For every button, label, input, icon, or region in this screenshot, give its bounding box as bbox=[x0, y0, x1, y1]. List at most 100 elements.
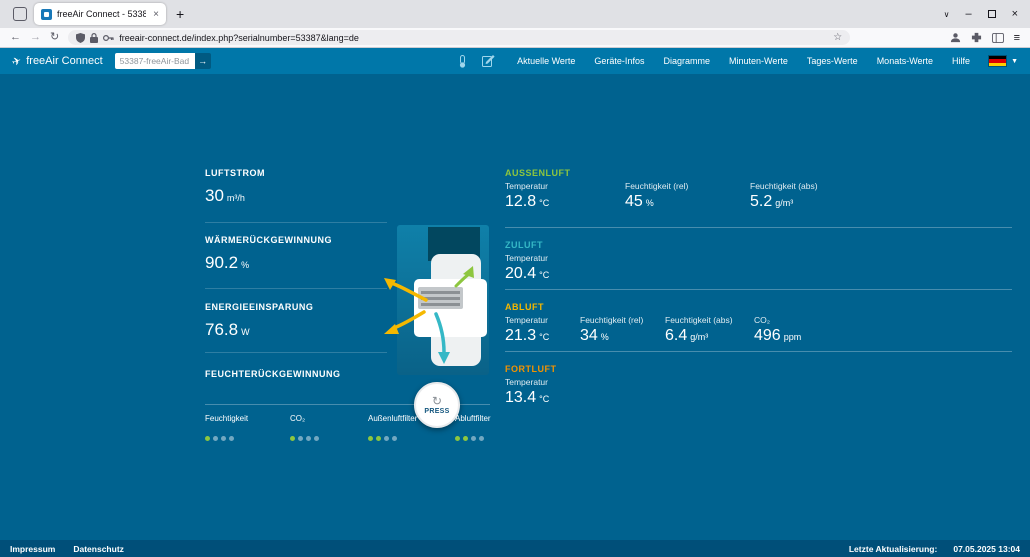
language-selector[interactable]: ▼ bbox=[988, 55, 1018, 67]
metric-value: 30 bbox=[205, 186, 224, 205]
divider bbox=[205, 222, 387, 223]
status-dots bbox=[455, 428, 491, 446]
app-footer: Impressum Datenschutz Letzte Aktualisier… bbox=[0, 540, 1030, 557]
measurement-label: Temperatur bbox=[505, 377, 548, 387]
footer-link-impressum[interactable]: Impressum bbox=[10, 544, 55, 554]
measurement-value: 21.3 bbox=[505, 327, 537, 344]
measurement-value: 20.4 bbox=[505, 265, 537, 282]
device-go-button[interactable]: → bbox=[194, 53, 211, 69]
measurement-value: 13.4 bbox=[505, 389, 537, 406]
measurement-temperatur: Temperatur 13.4 °C bbox=[505, 377, 549, 407]
window-close-button[interactable]: × bbox=[1012, 8, 1018, 20]
measurement-value: 12.8 bbox=[505, 193, 537, 210]
firefox-view-icon[interactable] bbox=[13, 7, 27, 21]
metric-label: FEUCHTERÜCKGEWINNUNG bbox=[205, 369, 341, 379]
measurement-value: 6.4 bbox=[665, 327, 688, 344]
measurement-label: Temperatur bbox=[505, 253, 548, 263]
section-zuluft: ZULUFT Temperatur 20.4 °C bbox=[505, 228, 1012, 290]
metric-label: ENERGIEEINSPARUNG bbox=[205, 302, 314, 312]
measurement-value: 496 bbox=[754, 327, 781, 344]
indicator-abluftfilter: Abluftfilter bbox=[455, 414, 491, 446]
device-serial-input[interactable] bbox=[114, 53, 195, 69]
freeair-logo-icon: ✈ bbox=[10, 54, 24, 69]
tab-title: freeAir Connect - 53387 bbox=[57, 9, 147, 19]
tab-close-icon[interactable]: × bbox=[151, 9, 159, 20]
device-status-icon[interactable] bbox=[457, 54, 468, 68]
notes-icon[interactable] bbox=[482, 55, 495, 67]
measurement-feuchtigkeit-abs: Feuchtigkeit (abs) 6.4 g/m³ bbox=[665, 315, 754, 345]
measurement-label: Feuchtigkeit (abs) bbox=[665, 315, 733, 325]
measurement-co2: CO₂ 496 ppm bbox=[754, 315, 801, 345]
measurement-temperatur: Temperatur 12.8 °C bbox=[505, 181, 625, 211]
forward-button[interactable]: → bbox=[30, 32, 41, 43]
nav-item-geraete-infos[interactable]: Geräte-Infos bbox=[594, 56, 644, 66]
nav-item-diagramme[interactable]: Diagramme bbox=[663, 56, 710, 66]
measurement-unit: °C bbox=[539, 394, 550, 404]
sidebar-icon[interactable] bbox=[991, 32, 1004, 43]
nav-item-tages-werte[interactable]: Tages-Werte bbox=[807, 56, 858, 66]
measurement-label: CO₂ bbox=[754, 315, 771, 325]
menu-icon[interactable]: ≡ bbox=[1014, 32, 1020, 44]
divider bbox=[205, 288, 387, 289]
metrics-column: LUFTSTROM 30 m³/h WÄRMERÜCKGEWINNUNG 90.2… bbox=[205, 168, 390, 436]
measurement-unit: g/m³ bbox=[690, 332, 709, 342]
section-title: ZULUFT bbox=[505, 240, 543, 250]
reload-button[interactable]: ↻ bbox=[50, 32, 59, 43]
window-minimize-button[interactable]: – bbox=[965, 8, 971, 20]
extensions-icon[interactable] bbox=[971, 32, 982, 43]
nav-item-monats-werte[interactable]: Monats-Werte bbox=[877, 56, 933, 66]
lock-icon[interactable] bbox=[90, 32, 99, 43]
measurement-label: Feuchtigkeit (rel) bbox=[625, 181, 689, 191]
section-title: FORTLUFT bbox=[505, 364, 557, 374]
key-icon[interactable] bbox=[103, 34, 114, 42]
status-dots bbox=[290, 428, 368, 446]
app-header: ✈ freeAir Connect → Aktuelle Werte Gerät… bbox=[0, 48, 1030, 74]
footer-link-datenschutz[interactable]: Datenschutz bbox=[73, 544, 124, 554]
metric-luftstrom: LUFTSTROM 30 m³/h bbox=[205, 168, 390, 235]
indicator-co2: CO₂ bbox=[290, 414, 368, 446]
browser-tab-strip: freeAir Connect - 53387 × + ∨ – × bbox=[0, 0, 1030, 28]
url-bar[interactable]: freeair-connect.de/index.php?serialnumbe… bbox=[68, 30, 851, 45]
main-nav: Aktuelle Werte Geräte-Infos Diagramme Mi… bbox=[517, 56, 970, 66]
account-icon[interactable] bbox=[950, 32, 961, 43]
measurement-label: Feuchtigkeit (rel) bbox=[580, 315, 644, 325]
last-update-label: Letzte Aktualisierung: bbox=[848, 543, 938, 554]
measurement-unit: °C bbox=[539, 332, 550, 342]
section-aussenluft: AUSSENLUFT Temperatur 12.8 °C Feuchtigkei… bbox=[505, 166, 1012, 228]
ventilation-unit-diagram bbox=[384, 225, 489, 375]
indicator-feuchtigkeit: Feuchtigkeit bbox=[205, 414, 290, 446]
fan-icon: ↻ bbox=[431, 394, 443, 408]
dashboard: LUFTSTROM 30 m³/h WÄRMERÜCKGEWINNUNG 90.2… bbox=[0, 74, 1030, 540]
list-tabs-icon[interactable]: ∨ bbox=[944, 10, 950, 19]
indicator-label: Abluftfilter bbox=[455, 414, 491, 423]
nav-item-minuten-werte[interactable]: Minuten-Werte bbox=[729, 56, 788, 66]
measurement-unit: % bbox=[600, 332, 609, 342]
tracking-protection-icon[interactable] bbox=[76, 32, 86, 43]
air-sections: AUSSENLUFT Temperatur 12.8 °C Feuchtigkei… bbox=[505, 166, 1012, 414]
nav-item-hilfe[interactable]: Hilfe bbox=[952, 56, 970, 66]
measurement-unit: °C bbox=[539, 270, 550, 280]
back-button[interactable]: ← bbox=[10, 32, 21, 43]
last-update-value: 07.05.2025 13:04 bbox=[953, 543, 1020, 554]
measurement-value: 34 bbox=[580, 327, 598, 344]
measurement-unit: ppm bbox=[783, 332, 802, 342]
status-indicators: Feuchtigkeit CO₂ Außenluftfilter Abluftf… bbox=[205, 414, 491, 446]
nav-item-aktuelle-werte[interactable]: Aktuelle Werte bbox=[517, 56, 575, 66]
app-logo[interactable]: ✈ freeAir Connect bbox=[10, 54, 102, 69]
metric-value: 76.8 bbox=[205, 320, 239, 339]
browser-tab[interactable]: freeAir Connect - 53387 × bbox=[34, 3, 166, 25]
metric-unit: W bbox=[241, 327, 250, 337]
section-fortluft: FORTLUFT Temperatur 13.4 °C bbox=[505, 352, 1012, 414]
bookmark-star-icon[interactable]: ☆ bbox=[833, 32, 842, 43]
chevron-down-icon: ▼ bbox=[1011, 57, 1018, 65]
section-title: AUSSENLUFT bbox=[505, 168, 571, 178]
measurement-feuchtigkeit-rel: Feuchtigkeit (rel) 34% bbox=[580, 315, 665, 345]
section-abluft: ABLUFT Temperatur 21.3 °C Feuchtigkeit (r… bbox=[505, 290, 1012, 352]
metric-energieeinsparung: ENERGIEEINSPARUNG 76.8 W bbox=[205, 302, 390, 369]
url-text[interactable]: freeair-connect.de/index.php?serialnumbe… bbox=[119, 33, 828, 43]
new-tab-button[interactable]: + bbox=[176, 6, 184, 22]
status-dots bbox=[205, 428, 290, 446]
window-restore-button[interactable] bbox=[987, 10, 996, 18]
indicator-label: CO₂ bbox=[290, 414, 306, 423]
indicator-label: Außenluftfilter bbox=[368, 414, 418, 423]
